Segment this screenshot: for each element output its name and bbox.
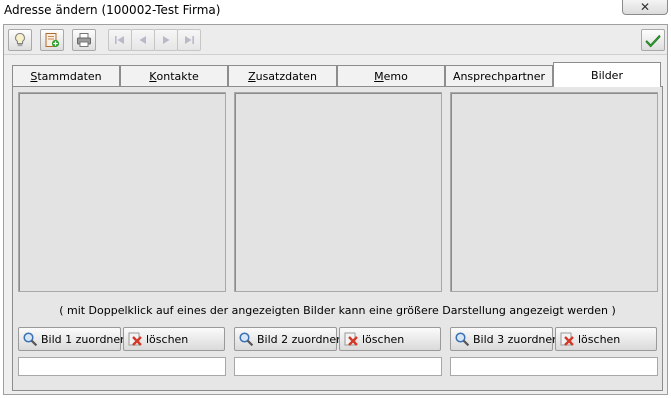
hint-button[interactable]: [8, 29, 32, 51]
print-button[interactable]: [72, 29, 96, 51]
delete-image-2-button[interactable]: löschen: [339, 327, 441, 351]
tab-label: usatzdaten: [255, 69, 317, 83]
delete-image-3-button[interactable]: löschen: [555, 327, 657, 351]
image-2-path-field[interactable]: [234, 357, 442, 376]
new-document-icon: [45, 33, 60, 48]
delete-icon: [560, 332, 574, 346]
next-record-button[interactable]: [154, 29, 178, 51]
tab-zusatzdaten[interactable]: Zusatzdaten: [228, 65, 337, 86]
save-button[interactable]: [641, 29, 665, 51]
image-slot-2[interactable]: [234, 92, 442, 292]
new-button[interactable]: [40, 29, 64, 51]
image-slot-1[interactable]: [18, 92, 226, 292]
tab-strip: Stammdaten Kontakte Zusatzdaten Memo Ans…: [12, 62, 663, 87]
tab-memo[interactable]: Memo: [337, 65, 445, 86]
toolbar: [4, 25, 667, 55]
button-label: Bild 3 zuordnen: [473, 332, 560, 346]
button-label: Bild 1 zuordnen: [41, 332, 128, 346]
previous-record-button[interactable]: [131, 29, 155, 51]
first-record-button[interactable]: [108, 29, 132, 51]
last-icon: [185, 36, 194, 44]
assign-image-3-button[interactable]: Bild 3 zuordnen: [450, 327, 559, 351]
address-edit-window: Adresse ändern (100002-Test Firma) ✕ S t…: [0, 0, 671, 398]
tab-kontakte[interactable]: Kontakte: [120, 65, 228, 86]
lightbulb-icon: [15, 32, 25, 47]
button-label: löschen: [578, 332, 621, 346]
delete-icon: [128, 332, 142, 346]
image-3-path-field[interactable]: [450, 357, 658, 376]
tab-label: Ansprechpartner: [452, 69, 546, 83]
tab-accel: M: [374, 69, 384, 83]
window-title: Adresse ändern (100002-Test Firma): [4, 3, 221, 17]
tab-ansprechpartner[interactable]: Ansprechpartner: [445, 65, 553, 86]
tab-accel: K: [149, 69, 157, 83]
tab-label: tammdaten: [37, 69, 102, 83]
image-1-path-field[interactable]: [18, 357, 226, 376]
image-slot-3[interactable]: [450, 92, 658, 292]
close-icon: ✕: [639, 0, 651, 14]
assign-image-2-button[interactable]: Bild 2 zuordnen: [234, 327, 343, 351]
tab-accel: Z: [248, 69, 256, 83]
printer-icon: [77, 33, 91, 47]
button-label: Bild 2 zuordnen: [257, 332, 344, 346]
previous-icon: [139, 36, 146, 44]
magnifier-icon: [239, 332, 254, 347]
tab-label: Bilder: [591, 68, 623, 82]
button-label: löschen: [146, 332, 189, 346]
tab-stammdaten[interactable]: Stammdaten: [12, 65, 120, 86]
images-tab-panel: ( mit Doppelklick auf eines der angezeig…: [12, 86, 663, 391]
last-record-button[interactable]: [177, 29, 201, 51]
magnifier-icon: [455, 332, 470, 347]
assign-image-1-button[interactable]: Bild 1 zuordnen: [18, 327, 127, 351]
tab-label: ontakte: [156, 69, 199, 83]
checkmark-icon: [645, 34, 661, 48]
tab-label: emo: [383, 69, 408, 83]
dialog-frame: Stammdaten Kontakte Zusatzdaten Memo Ans…: [3, 24, 668, 395]
double-click-hint: ( mit Doppelklick auf eines der angezeig…: [59, 304, 616, 317]
next-icon: [163, 36, 170, 44]
magnifier-icon: [23, 332, 38, 347]
delete-image-1-button[interactable]: löschen: [123, 327, 225, 351]
title-bar[interactable]: Adresse ändern (100002-Test Firma) ✕: [0, 0, 671, 24]
tab-bilder[interactable]: Bilder: [553, 62, 661, 87]
button-label: löschen: [362, 332, 405, 346]
tab-accel: S: [30, 69, 38, 83]
close-button[interactable]: ✕: [622, 0, 668, 15]
first-icon: [115, 36, 124, 44]
delete-icon: [344, 332, 358, 346]
